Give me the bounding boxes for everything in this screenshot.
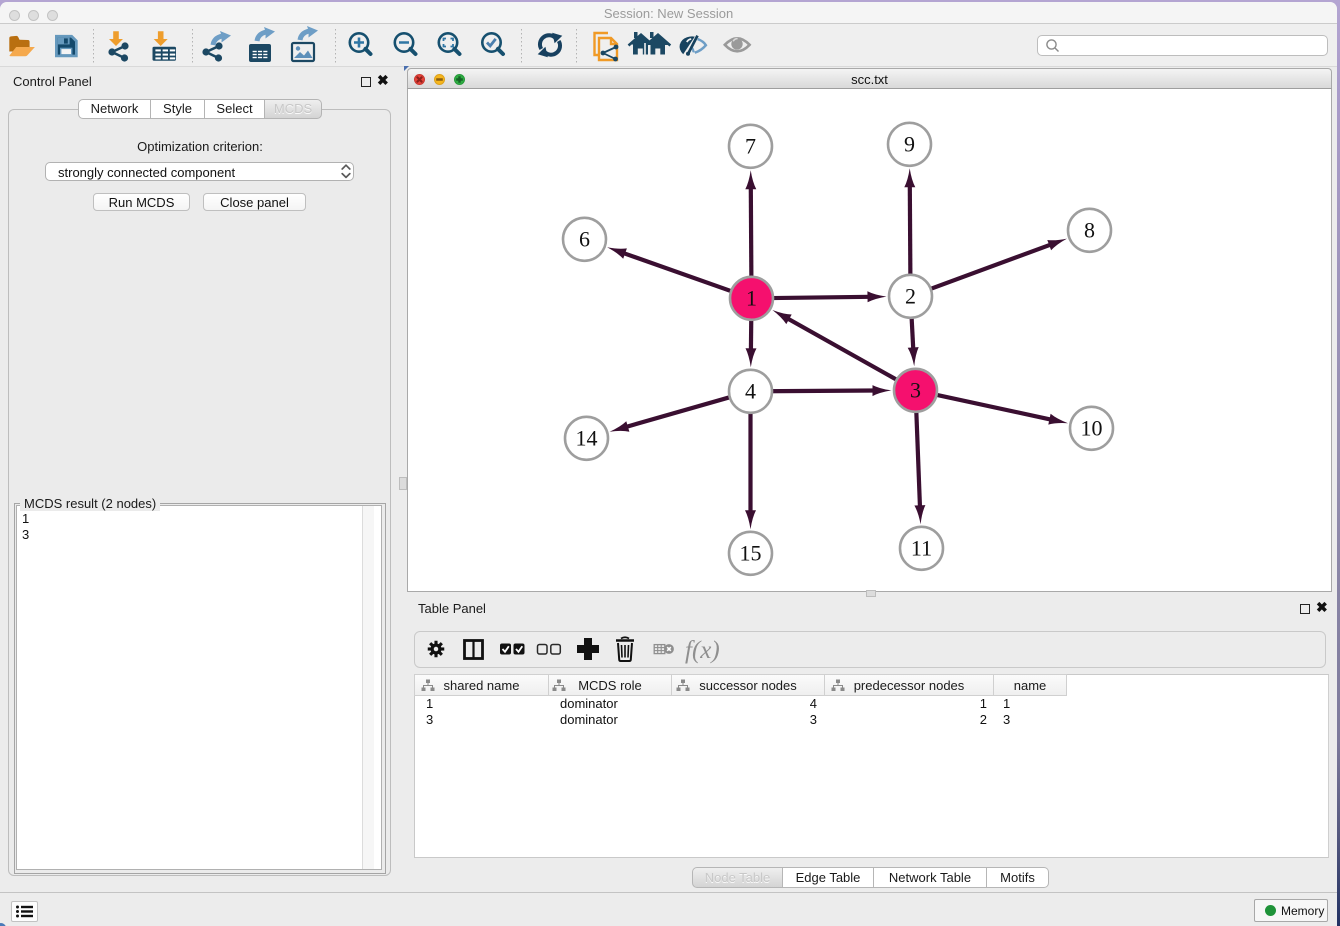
svg-text:3: 3 — [910, 377, 921, 402]
svg-text:9: 9 — [904, 131, 915, 156]
svg-text:1: 1 — [746, 285, 757, 310]
svg-text:2: 2 — [905, 283, 916, 308]
svg-text:14: 14 — [576, 425, 598, 450]
svg-text:15: 15 — [740, 540, 762, 565]
svg-text:10: 10 — [1081, 415, 1103, 440]
svg-text:f(x): f(x) — [685, 637, 720, 664]
svg-text:6: 6 — [579, 226, 590, 251]
svg-text:11: 11 — [911, 535, 932, 560]
svg-text:4: 4 — [745, 378, 756, 403]
svg-text:7: 7 — [745, 133, 756, 158]
svg-text:8: 8 — [1084, 217, 1095, 242]
